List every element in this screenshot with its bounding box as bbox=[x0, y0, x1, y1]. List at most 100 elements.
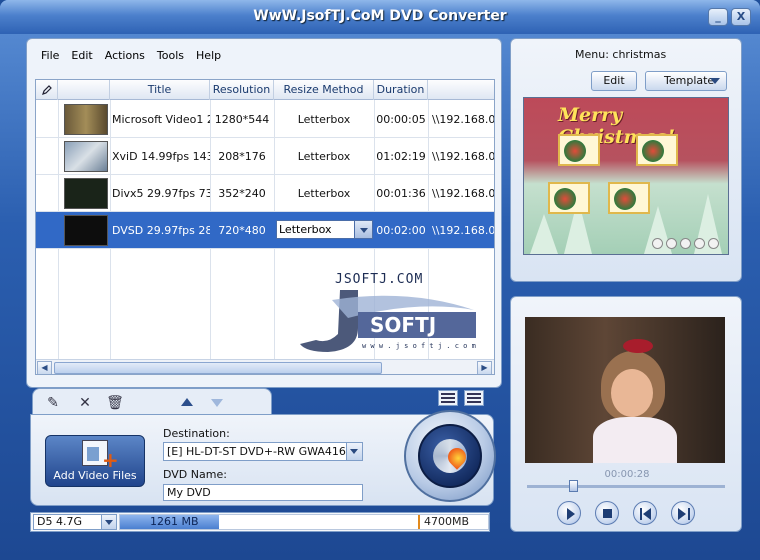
video-thumbnail bbox=[64, 141, 108, 172]
cell-duration: 00:02:00 bbox=[376, 224, 426, 237]
scroll-right-button[interactable]: ▶ bbox=[477, 361, 492, 374]
burn-button[interactable] bbox=[404, 410, 496, 502]
menu-tools[interactable]: Tools bbox=[151, 47, 190, 65]
move-up-arrow-icon[interactable] bbox=[181, 398, 193, 406]
video-thumbnail bbox=[64, 178, 108, 209]
pencil-icon bbox=[41, 85, 52, 95]
thumb-column-header bbox=[58, 80, 110, 100]
column-header-resolution[interactable]: Resolution bbox=[210, 80, 274, 100]
cell-resolution: 720*480 bbox=[218, 224, 266, 237]
stop-button[interactable] bbox=[595, 501, 619, 525]
jsoftj-logo-icon: SOFTJ w w w . j s o f t j . c o m bbox=[300, 290, 476, 352]
page-dot[interactable] bbox=[680, 238, 691, 249]
view-mode-toggle bbox=[438, 390, 484, 406]
cell-path: \\192.168.0.2 bbox=[432, 113, 495, 126]
cell-path: \\192.168.0.2 bbox=[432, 224, 495, 237]
cell-title: XviD 14.99fps 143kb bbox=[112, 150, 210, 163]
column-header-title[interactable]: Title bbox=[110, 80, 210, 100]
close-button[interactable]: X bbox=[731, 8, 751, 26]
next-button[interactable] bbox=[671, 501, 695, 525]
horizontal-scrollbar[interactable]: ◀ ▶ bbox=[36, 359, 494, 374]
menu-file[interactable]: File bbox=[35, 47, 65, 65]
capacity-limit-marker bbox=[418, 515, 420, 529]
menu-name-label: Menu: christmas bbox=[575, 48, 667, 61]
resize-method-select[interactable]: Letterbox bbox=[276, 220, 373, 239]
column-header-path[interactable] bbox=[428, 80, 494, 100]
page-dot[interactable] bbox=[666, 238, 677, 249]
play-button[interactable] bbox=[557, 501, 581, 525]
grid-header: Title Resolution Resize Method Duration bbox=[36, 80, 494, 100]
chapter-thumbnail[interactable] bbox=[548, 182, 590, 214]
cell-title: Microsoft Video1 24f bbox=[112, 113, 210, 126]
skip-forward-icon bbox=[678, 508, 690, 520]
seek-bar[interactable] bbox=[527, 480, 725, 492]
cell-resolution: 352*240 bbox=[218, 187, 266, 200]
chapter-thumbnail[interactable] bbox=[608, 182, 650, 214]
disk-type-value: D5 4.7G bbox=[37, 515, 82, 528]
move-down-arrow-icon[interactable] bbox=[211, 399, 223, 407]
cell-resize-method[interactable]: Letterbox bbox=[274, 175, 374, 212]
detail-view-icon[interactable] bbox=[438, 390, 458, 406]
list-view-icon[interactable] bbox=[464, 390, 484, 406]
table-row[interactable]: Divx5 29.97fps 732k 352*240 Letterbox 00… bbox=[36, 175, 495, 212]
cell-duration: 00:00:05 bbox=[376, 113, 426, 126]
disk-type-select[interactable]: D5 4.7G bbox=[33, 514, 117, 530]
page-dot[interactable] bbox=[708, 238, 719, 249]
cell-path: \\192.168.0.2 bbox=[432, 150, 495, 163]
capacity-used-label: 1261 MB bbox=[150, 515, 199, 528]
stop-icon bbox=[603, 509, 612, 518]
playback-time: 00:00:28 bbox=[604, 469, 650, 480]
capacity-bar: 1261 MB 4700MB bbox=[119, 514, 489, 530]
watermark-logo: SOFTJ w w w . j s o f t j . c o m bbox=[298, 288, 480, 361]
menu-actions[interactable]: Actions bbox=[99, 47, 151, 65]
menu-preview[interactable]: Merry Christmas! bbox=[523, 97, 729, 255]
edit-menu-button[interactable]: Edit bbox=[591, 71, 637, 91]
item-toolbar: ✎ ✕ 🗑 bbox=[32, 388, 272, 416]
plus-icon: + bbox=[102, 448, 119, 472]
menu-help[interactable]: Help bbox=[190, 47, 227, 65]
video-preview bbox=[525, 317, 725, 463]
table-row[interactable]: Microsoft Video1 24f 1280*544 Letterbox … bbox=[36, 101, 495, 138]
clear-list-button[interactable]: 🗑 bbox=[105, 393, 125, 413]
minimize-button[interactable]: _ bbox=[708, 8, 728, 26]
add-video-files-button[interactable]: + Add Video Files bbox=[45, 435, 145, 487]
page-dot[interactable] bbox=[694, 238, 705, 249]
chapter-thumbnail[interactable] bbox=[558, 134, 600, 166]
scroll-left-button[interactable]: ◀ bbox=[37, 361, 52, 374]
table-row-selected[interactable]: DVSD 29.97fps 2877 720*480 Letterbox 00:… bbox=[36, 212, 495, 249]
video-thumbnail bbox=[64, 104, 108, 135]
app-window: WwW.JsofTJ.CoM DVD Converter _ X File Ed… bbox=[0, 0, 760, 560]
column-header-duration[interactable]: Duration bbox=[374, 80, 428, 100]
page-dot[interactable] bbox=[652, 238, 663, 249]
table-row[interactable]: XviD 14.99fps 143kb 208*176 Letterbox 01… bbox=[36, 138, 495, 175]
chevron-down-icon[interactable] bbox=[101, 515, 116, 529]
watermark-url-text: w w w . j s o f t j . c o m bbox=[362, 342, 476, 350]
previous-button[interactable] bbox=[633, 501, 657, 525]
menu-edit[interactable]: Edit bbox=[65, 47, 98, 65]
edit-column-header[interactable] bbox=[36, 80, 58, 100]
chevron-down-icon[interactable] bbox=[346, 443, 362, 460]
watermark-logo-text: SOFTJ bbox=[370, 313, 436, 337]
template-button[interactable]: Template bbox=[645, 71, 727, 91]
cell-resolution: 208*176 bbox=[218, 150, 266, 163]
title-bar[interactable]: WwW.JsofTJ.CoM DVD Converter _ X bbox=[0, 0, 760, 34]
add-video-files-label: Add Video Files bbox=[53, 469, 137, 482]
chevron-down-icon[interactable] bbox=[354, 220, 373, 239]
chapter-thumbnail[interactable] bbox=[636, 134, 678, 166]
cell-path: \\192.168.0.2 bbox=[432, 187, 495, 200]
template-label: Template bbox=[664, 74, 715, 87]
column-header-resize-method[interactable]: Resize Method bbox=[274, 80, 374, 100]
capacity-total-label: 4700MB bbox=[424, 515, 470, 528]
skip-back-icon bbox=[640, 508, 652, 520]
chevron-down-icon bbox=[710, 78, 720, 89]
scrollbar-thumb[interactable] bbox=[54, 362, 382, 374]
cell-resize-method[interactable]: Letterbox bbox=[274, 101, 374, 138]
edit-item-button[interactable]: ✎ bbox=[43, 393, 63, 413]
destination-label: Destination: bbox=[163, 427, 230, 440]
remove-item-button[interactable]: ✕ bbox=[75, 393, 95, 413]
destination-select[interactable]: [E] HL-DT-ST DVD+-RW GWA4164 bbox=[163, 442, 363, 461]
seek-thumb[interactable] bbox=[569, 480, 578, 492]
dvd-name-input[interactable]: My DVD bbox=[163, 484, 363, 501]
play-icon bbox=[567, 508, 575, 520]
cell-resize-method[interactable]: Letterbox bbox=[274, 138, 374, 175]
